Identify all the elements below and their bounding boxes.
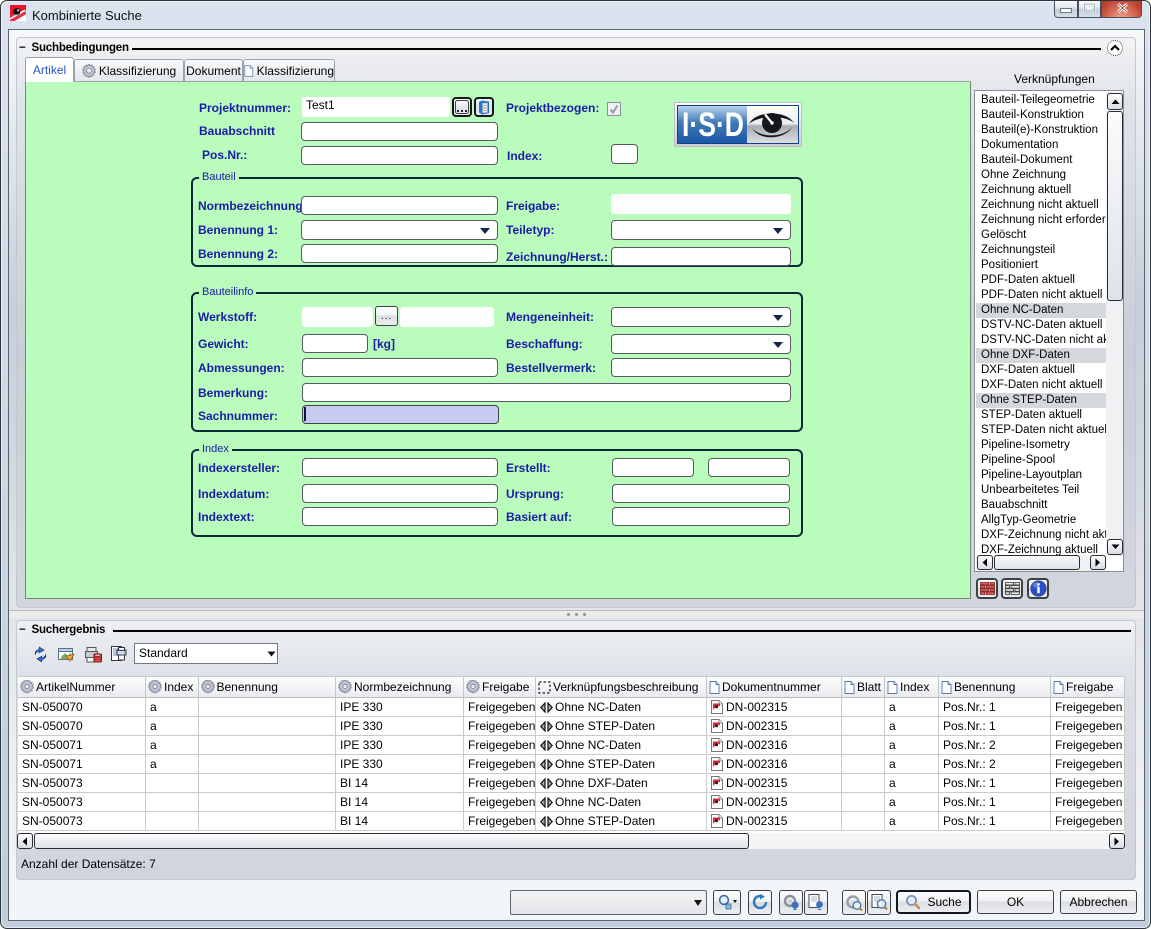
svg-text:I·S·D: I·S·D <box>682 106 744 144</box>
